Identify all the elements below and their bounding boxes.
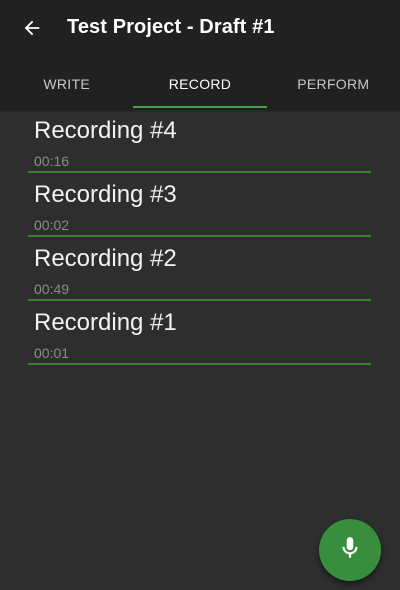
recording-title: Recording #4 [34,117,177,144]
recording-item[interactable]: Recording #1 00:01 [28,301,371,365]
recording-title: Recording #1 [34,309,177,336]
recording-item[interactable]: Recording #3 00:02 [28,173,371,237]
tab-write[interactable]: WRITE [0,60,133,108]
microphone-icon [337,535,363,566]
recording-duration: 00:02 [34,217,70,233]
tab-record[interactable]: RECORD [133,60,267,108]
recording-item[interactable]: Recording #4 00:16 [28,109,371,173]
arrow-left-icon [21,17,43,44]
recording-title: Recording #3 [34,181,177,208]
page-title: Test Project - Draft #1 [67,16,275,38]
recording-duration: 00:01 [34,345,70,361]
recording-item[interactable]: Recording #2 00:49 [28,237,371,301]
app-bar: Test Project - Draft #1 WRITE RECORD PER… [0,0,400,108]
tab-perform[interactable]: PERFORM [267,60,400,108]
record-button[interactable] [319,519,381,581]
recordings-list: Recording #4 00:16 Recording #3 00:02 Re… [28,109,371,365]
back-button[interactable] [12,12,52,48]
recording-duration: 00:49 [34,281,70,297]
app-screen: Test Project - Draft #1 WRITE RECORD PER… [0,0,400,590]
recording-duration: 00:16 [34,153,70,169]
recording-title: Recording #2 [34,245,177,272]
tab-bar: WRITE RECORD PERFORM [0,60,400,108]
